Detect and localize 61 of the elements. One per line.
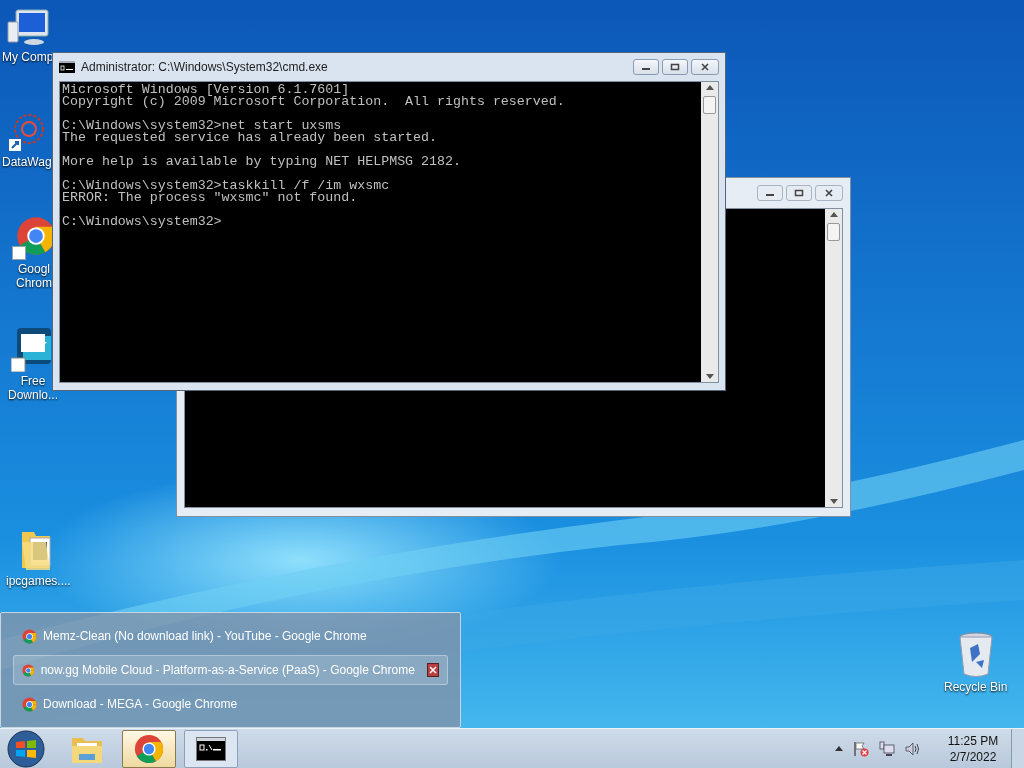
computer-icon xyxy=(5,8,50,48)
window-title: Administrator: C:\Windows\System32\cmd.exe xyxy=(81,59,328,76)
minimize-button[interactable] xyxy=(757,185,783,201)
window-list-title: now.gg Mobile Cloud - Platform-as-a-Service (PaaS) - Google Chrome xyxy=(40,662,415,679)
windows-orb-icon xyxy=(7,729,45,768)
close-button[interactable] xyxy=(426,663,439,677)
window-list-item[interactable]: Download - MEGA - Google Chrome xyxy=(13,689,448,719)
clock-time: 11:25 PM xyxy=(947,732,999,749)
show-hidden-icons-icon[interactable] xyxy=(835,746,843,751)
chrome-icon xyxy=(134,733,164,764)
command-prompt-icon xyxy=(59,61,75,73)
desktop-icon-label[interactable]: Downlo... xyxy=(8,388,59,402)
console-line: C:\Windows\system32>taskkill /f /im wxsmc xyxy=(62,180,391,192)
network-graph-icon xyxy=(6,113,47,153)
maximize-button[interactable] xyxy=(662,59,688,75)
desktop-icon-label[interactable]: Chrom xyxy=(16,276,52,290)
scroll-down-icon[interactable] xyxy=(705,374,714,379)
close-button[interactable] xyxy=(815,185,843,201)
window-list-item[interactable]: Memz-Clean (No download link) - YouTube - Google Chrome xyxy=(13,621,448,651)
window-list-title: Download - MEGA - Google Chrome xyxy=(43,696,238,713)
recycle-bin-icon xyxy=(957,632,994,678)
maximize-button[interactable] xyxy=(786,185,812,201)
window-list-item[interactable]: now.gg Mobile Cloud - Platform-as-a-Service (PaaS) - Google Chrome xyxy=(13,655,448,685)
console-line: Microsoft Windows [Version 6.1.7601] xyxy=(62,84,350,96)
desktop-icon-label[interactable]: Free xyxy=(20,374,46,388)
close-icon xyxy=(428,666,437,674)
close-button[interactable] xyxy=(691,59,719,75)
console-line: C:\Windows\system32> xyxy=(62,216,223,228)
scroll-up-icon[interactable] xyxy=(829,212,838,217)
network-icon[interactable] xyxy=(879,740,895,757)
close-icon xyxy=(700,63,710,71)
console-line: More help is available by typing NET HELPMSG 2182. xyxy=(62,156,462,168)
speaker-icon[interactable] xyxy=(905,740,921,757)
clock[interactable]: 11:25 PM 2/7/2022 xyxy=(941,732,1005,765)
desktop-icon-label[interactable]: Recycle Bin xyxy=(944,680,1008,694)
chrome-icon xyxy=(22,662,35,678)
show-desktop-button[interactable] xyxy=(1011,728,1024,768)
console-line: Copyright (c) 2009 Microsoft Corporation. All rights reserved. xyxy=(62,96,566,108)
close-icon xyxy=(824,189,834,197)
minimize-button[interactable] xyxy=(633,59,659,75)
window-list-title: Memz-Clean (No download link) - YouTube - Google Chrome xyxy=(43,628,367,645)
command-prompt-icon xyxy=(196,736,226,761)
flag-warning-icon[interactable] xyxy=(853,740,869,757)
chrome-icon xyxy=(22,628,37,644)
maximize-icon xyxy=(794,189,804,197)
scroll-up-icon[interactable] xyxy=(705,85,714,90)
console-line: C:\Windows\system32>net start uxsms xyxy=(62,120,342,132)
scrollbar-thumb[interactable] xyxy=(703,96,716,114)
scroll-down-icon[interactable] xyxy=(829,499,838,504)
taskbar-button[interactable] xyxy=(184,729,238,768)
scrollbar[interactable] xyxy=(701,82,718,382)
console-line: ERROR: The process "wxsmc" not found. xyxy=(62,192,359,204)
console-line: The requested service has already been started. xyxy=(62,132,439,144)
scrollbar[interactable] xyxy=(825,209,842,507)
desktop-icon-label[interactable]: DataWag xyxy=(2,155,52,169)
scrollbar-thumb[interactable] xyxy=(827,223,840,241)
chrome-icon xyxy=(22,696,37,712)
clock-date: 2/7/2022 xyxy=(949,748,997,765)
desktop-icon-label[interactable]: Googl xyxy=(17,262,50,276)
maximize-icon xyxy=(670,63,680,71)
desktop-icon-label[interactable]: ipcgames.... xyxy=(6,574,71,588)
